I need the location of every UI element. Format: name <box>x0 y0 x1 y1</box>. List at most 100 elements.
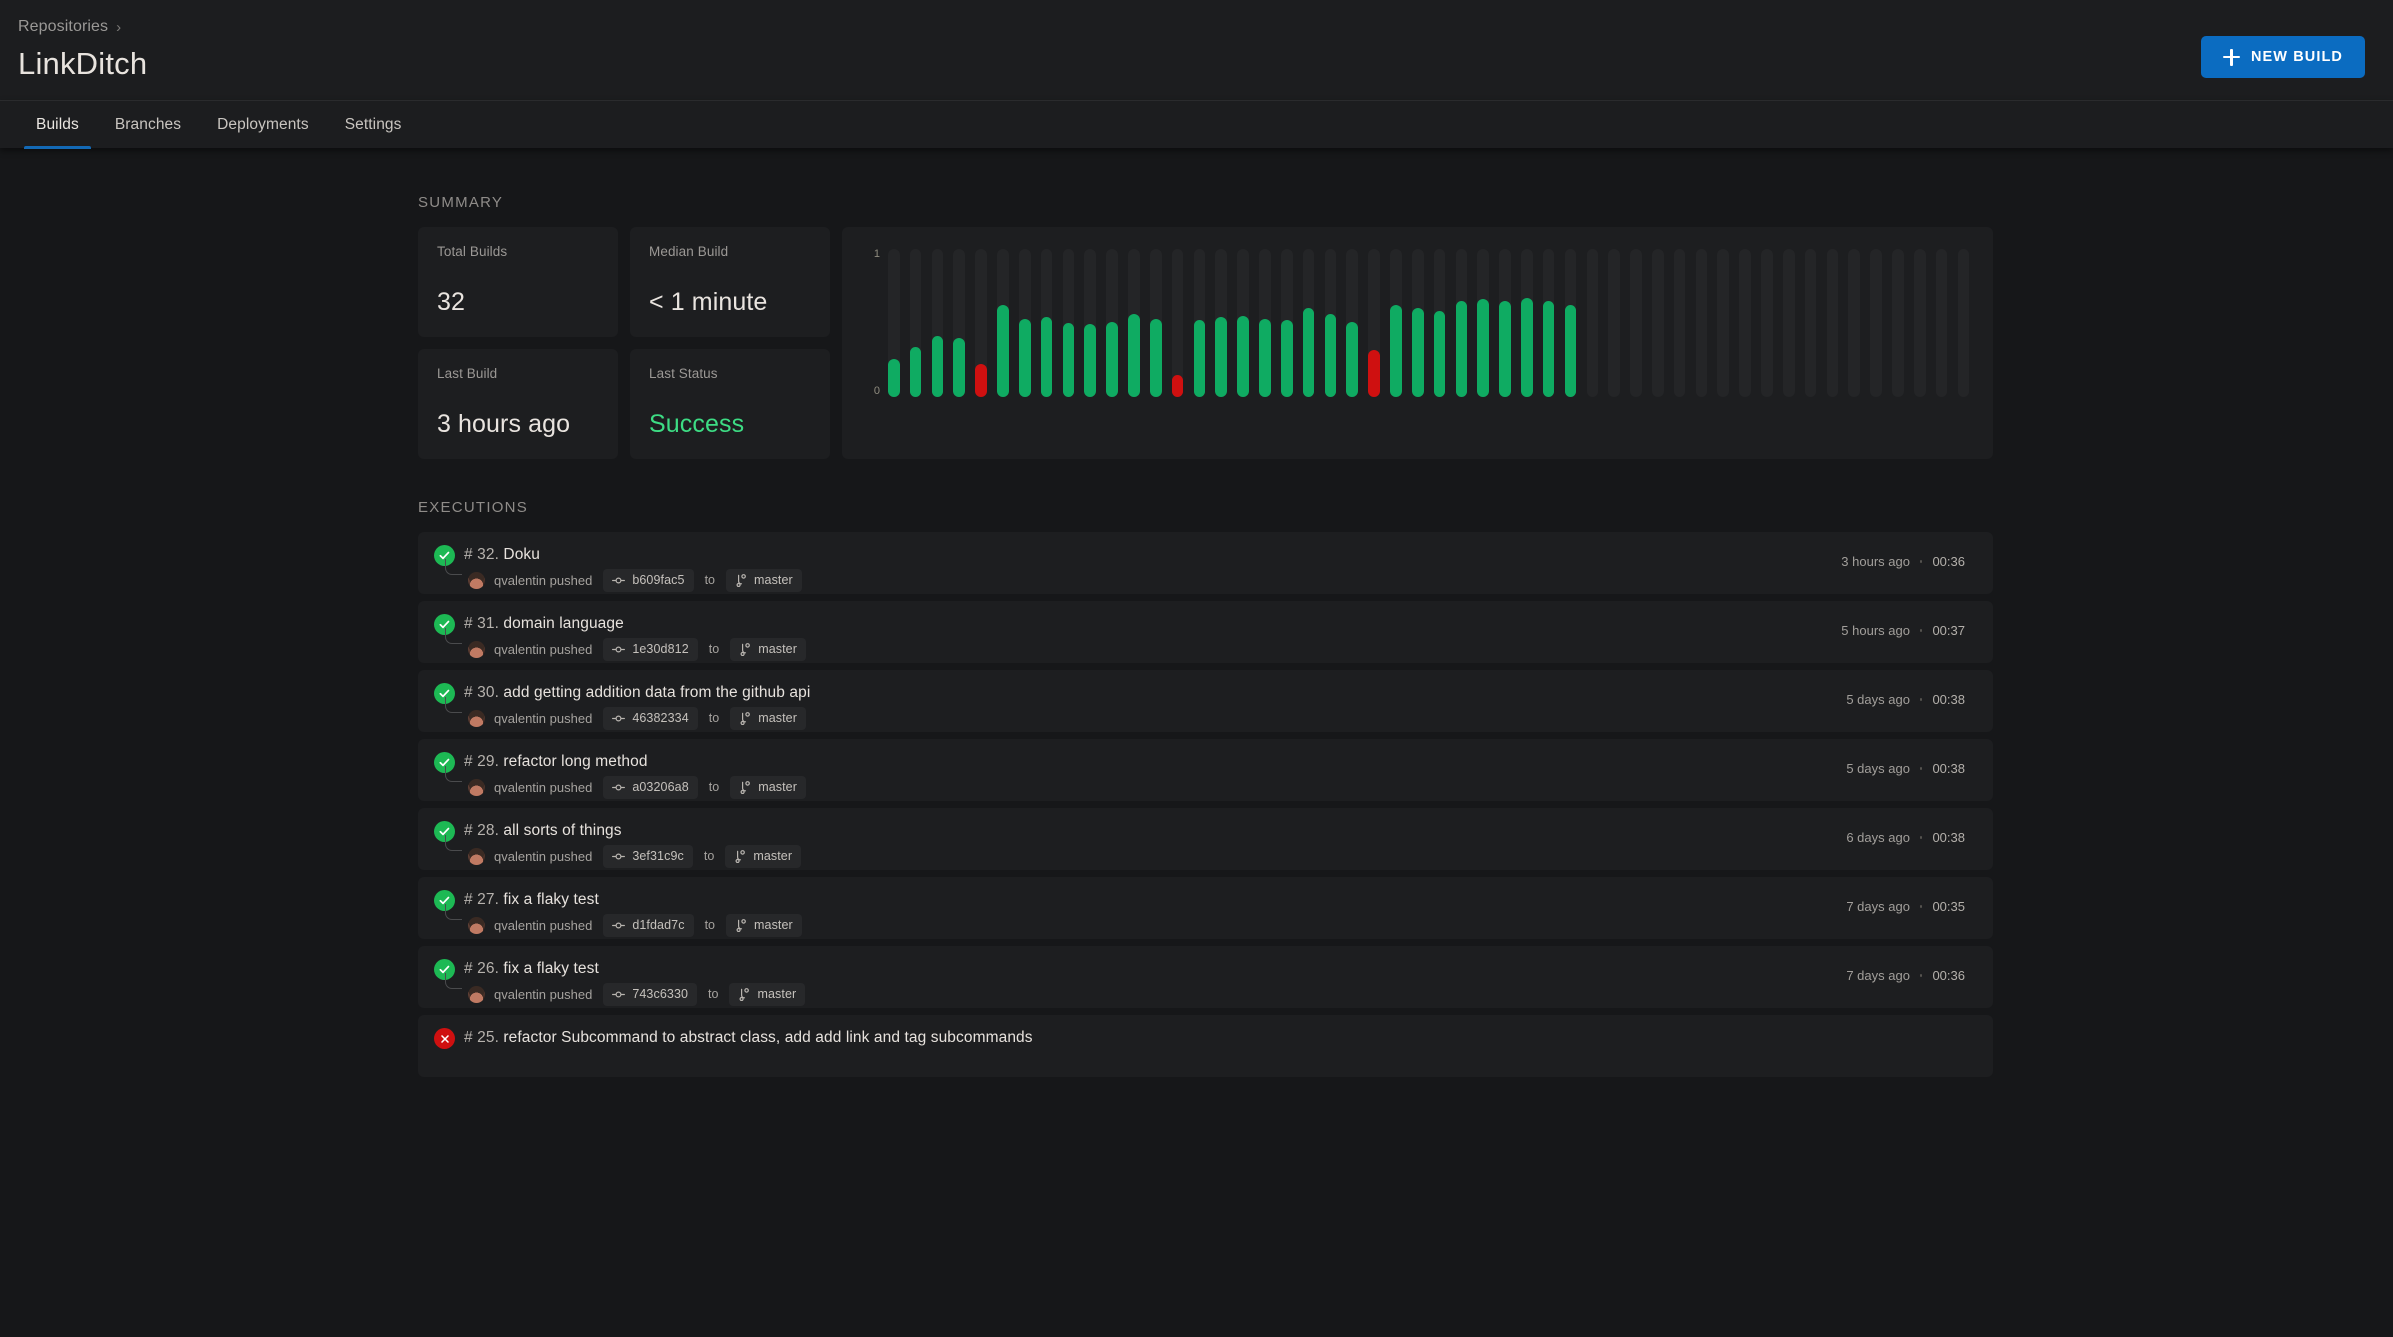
chart-bar-track <box>1280 249 1293 397</box>
chart-bar-track <box>909 249 922 397</box>
stat-card-total-builds: Total Builds 32 <box>418 227 618 337</box>
chart-bars <box>888 249 1970 397</box>
branch-chip[interactable]: master <box>725 844 802 868</box>
commit-icon <box>612 713 626 724</box>
chart-bar-success[interactable] <box>1062 323 1075 397</box>
chart-bar-success[interactable] <box>1324 314 1337 397</box>
execution-number: # 30. <box>464 684 499 701</box>
branch-icon <box>735 573 747 587</box>
execution-row[interactable]: # 30. add getting addition data from the… <box>418 670 1993 732</box>
commit-icon <box>612 851 626 862</box>
chart-bar-success[interactable] <box>1302 308 1315 397</box>
chart-bar-success[interactable] <box>1346 321 1359 397</box>
chart-bar-track <box>975 249 987 397</box>
executions-section-label: EXECUTIONS <box>418 499 529 516</box>
execution-duration: 00:35 <box>1932 899 1965 914</box>
chart-bar-success[interactable] <box>1542 300 1555 397</box>
execution-duration: 00:38 <box>1932 692 1965 707</box>
chart-bar-success[interactable] <box>1237 315 1249 397</box>
chart-bar-success[interactable] <box>1564 305 1577 397</box>
chart-bar-track <box>1084 249 1097 397</box>
to-label: to <box>708 642 720 656</box>
tab-bar: Builds Branches Deployments Settings <box>0 100 2393 149</box>
chart-bar-success[interactable] <box>997 305 1009 397</box>
execution-row[interactable]: # 27. fix a flaky test qvalentin pushed d1… <box>418 877 1993 939</box>
commit-chip[interactable]: d1fdad7c <box>603 913 694 937</box>
chart-bar-success[interactable] <box>1193 320 1206 397</box>
branch-name: master <box>758 711 797 725</box>
chart-bar-track <box>1455 249 1468 397</box>
tab-branches[interactable]: Branches <box>97 101 199 149</box>
execution-time: 5 days ago <box>1846 761 1910 776</box>
chart-bar-success[interactable] <box>1149 318 1162 397</box>
chart-bar-track <box>1521 249 1533 397</box>
chart-bar-success[interactable] <box>1040 317 1053 397</box>
commit-chip[interactable]: 46382334 <box>603 706 698 730</box>
chart-bar-success[interactable] <box>931 336 944 397</box>
execution-row[interactable]: # 32. Doku qvalentin pushed b609fac5 to mast… <box>418 532 1993 594</box>
new-build-button[interactable]: NEW BUILD <box>2200 36 2365 78</box>
chart-bar-success[interactable] <box>1455 300 1468 397</box>
branch-chip[interactable]: master <box>729 982 806 1006</box>
chart-bar-success[interactable] <box>1106 321 1118 397</box>
chart-bar-success[interactable] <box>1390 305 1402 397</box>
chart-bar-success[interactable] <box>909 346 922 397</box>
execution-author: qvalentin <box>494 986 547 1002</box>
chart-bar-success[interactable] <box>888 358 900 397</box>
execution-row[interactable]: # 26. fix a flaky test qvalentin pushed 74… <box>418 946 1993 1008</box>
branch-chip[interactable]: master <box>730 775 806 799</box>
chart-bar-failure[interactable] <box>975 364 987 397</box>
meta-separator-dot <box>1919 974 1923 977</box>
chart-bar-success[interactable] <box>1433 311 1446 397</box>
stat-card-median-build: Median Build < 1 minute <box>630 227 830 337</box>
chart-bar-failure[interactable] <box>1368 349 1380 397</box>
execution-row[interactable]: # 29. refactor long method qvalentin push… <box>418 739 1993 801</box>
chart-bar-success[interactable] <box>1499 300 1511 397</box>
stat-card-last-build: Last Build 3 hours ago <box>418 349 618 459</box>
commit-chip[interactable]: b609fac5 <box>603 568 694 592</box>
chart-bar-track <box>1106 249 1118 397</box>
chart-bar-success[interactable] <box>1084 324 1097 397</box>
chart-bar-success[interactable] <box>1018 318 1031 397</box>
execution-author: qvalentin <box>494 779 547 795</box>
branch-chip[interactable]: master <box>726 568 802 592</box>
chart-bar-success[interactable] <box>1477 299 1489 397</box>
tab-builds[interactable]: Builds <box>18 101 97 149</box>
execution-action: pushed <box>549 986 593 1002</box>
branch-chip[interactable]: master <box>730 706 806 730</box>
execution-title: # 26. fix a flaky test <box>464 958 599 979</box>
chart-bar-success[interactable] <box>1259 318 1271 397</box>
to-label: to <box>704 918 715 932</box>
commit-sha: 3ef31c9c <box>632 849 684 863</box>
chart-bar-success[interactable] <box>1280 320 1293 397</box>
breadcrumb-link-repositories[interactable]: Repositories <box>18 18 108 36</box>
commit-chip[interactable]: a03206a8 <box>603 775 698 799</box>
branch-chip[interactable]: master <box>730 637 806 661</box>
connector-line-icon <box>445 766 462 782</box>
commit-chip[interactable]: 3ef31c9c <box>603 844 693 868</box>
status-failure-icon <box>434 1028 455 1049</box>
chart-bar-success[interactable] <box>1128 314 1140 397</box>
execution-duration: 00:38 <box>1932 761 1965 776</box>
tab-settings[interactable]: Settings <box>327 101 420 149</box>
chart-bar-track <box>1739 249 1751 397</box>
chart-bar-success[interactable] <box>953 337 966 397</box>
chart-bar-track <box>1542 249 1555 397</box>
chart-bar-track <box>1149 249 1162 397</box>
chart-bar-track <box>1564 249 1577 397</box>
execution-row[interactable]: # 25. refactor Subcommand to abstract cl… <box>418 1015 1993 1077</box>
chart-bar-failure[interactable] <box>1171 374 1184 397</box>
branch-chip[interactable]: master <box>726 913 802 937</box>
commit-chip[interactable]: 743c6330 <box>603 982 698 1006</box>
chart-bar-success[interactable] <box>1411 308 1424 397</box>
execution-time: 6 days ago <box>1846 830 1910 845</box>
chart-bar-track <box>888 249 900 397</box>
avatar <box>468 571 485 589</box>
commit-chip[interactable]: 1e30d812 <box>603 637 698 661</box>
chart-bar-success[interactable] <box>1215 317 1228 397</box>
chart-bar-success[interactable] <box>1521 297 1533 397</box>
execution-row[interactable]: # 31. domain language qvalentin pushed 1e3… <box>418 601 1993 663</box>
tab-deployments[interactable]: Deployments <box>199 101 327 149</box>
execution-time: 7 days ago <box>1846 899 1910 914</box>
execution-row[interactable]: # 28. all sorts of things qvalentin pushe… <box>418 808 1993 870</box>
